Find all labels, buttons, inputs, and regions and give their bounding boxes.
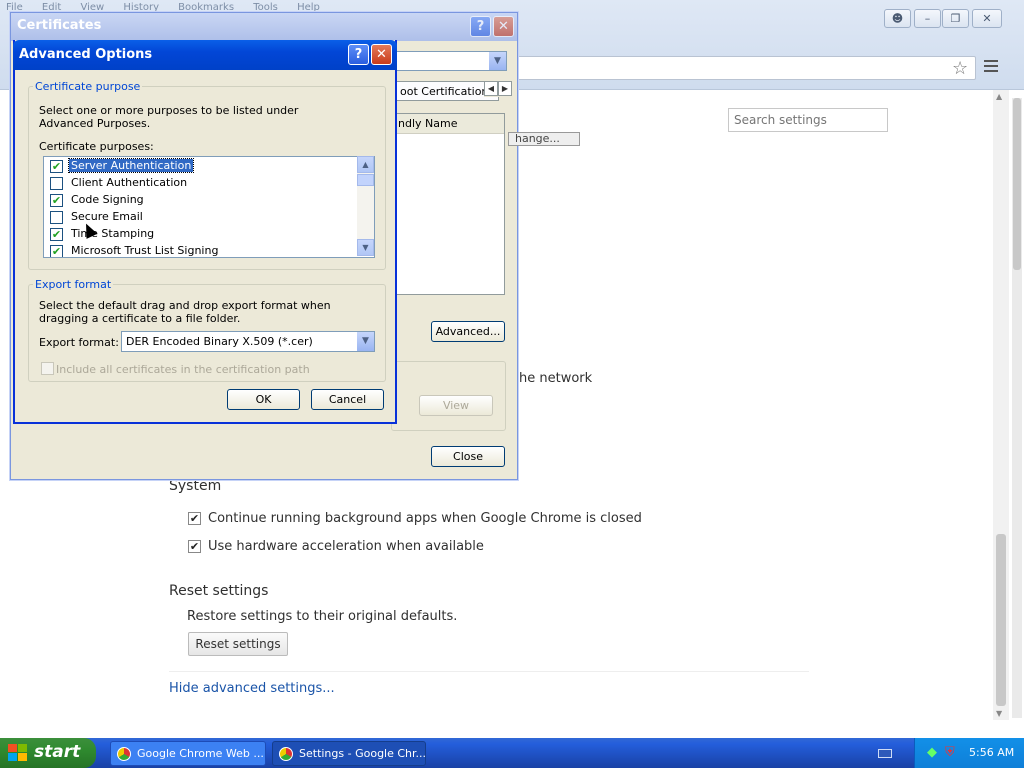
- view-button[interactable]: View: [419, 395, 493, 416]
- reset-heading: Reset settings: [169, 583, 269, 599]
- tab-left-icon[interactable]: ◀: [484, 81, 498, 96]
- hw-accel-label: Use hardware acceleration when available: [208, 539, 484, 554]
- purposes-list[interactable]: ✔ Server Authentication Client Authentic…: [43, 156, 375, 258]
- checkbox-server-auth[interactable]: ✔: [50, 160, 63, 173]
- task-label: Settings - Google Chr...: [299, 747, 426, 760]
- window-close-button[interactable]: ✕: [972, 9, 1002, 28]
- purpose-trust-list[interactable]: ✔ Microsoft Trust List Signing: [50, 243, 350, 257]
- friendly-name-header[interactable]: ndly Name: [396, 114, 504, 134]
- task-label: Google Chrome Web ...: [137, 747, 264, 760]
- profile-icon[interactable]: ☻: [884, 9, 911, 28]
- purpose-label: Code Signing: [71, 193, 144, 206]
- advanced-options-dialog: Advanced Options ? ✕ Certificate purpose…: [13, 40, 397, 424]
- purpose-description: Select one or more purposes to be listed…: [39, 104, 299, 130]
- certificates-title: Certificates: [11, 13, 517, 41]
- purpose-secure-email[interactable]: Secure Email: [50, 209, 350, 226]
- outer-scrollbar[interactable]: [1012, 98, 1022, 718]
- task-settings-chrome[interactable]: Settings - Google Chr...: [272, 741, 426, 766]
- export-format-label: Export format:: [39, 336, 119, 349]
- close-icon[interactable]: ✕: [493, 16, 514, 37]
- advanced-button[interactable]: Advanced...: [431, 321, 505, 342]
- checkbox-client-auth[interactable]: [50, 177, 63, 190]
- export-format-value: DER Encoded Binary X.509 (*.cer): [126, 335, 313, 348]
- bookmark-star-icon[interactable]: ☆: [952, 58, 968, 79]
- maximize-button[interactable]: ❐: [942, 9, 969, 28]
- search-settings-input[interactable]: [728, 108, 888, 132]
- start-label: start: [34, 742, 81, 762]
- close-button[interactable]: Close: [431, 446, 505, 467]
- checkbox-secure-email[interactable]: [50, 211, 63, 224]
- tab-right-icon[interactable]: ▶: [498, 81, 512, 96]
- help-icon[interactable]: ?: [348, 44, 369, 65]
- reset-settings-button[interactable]: Reset settings: [188, 632, 288, 656]
- network-icon[interactable]: ◆: [927, 745, 937, 760]
- purpose-group-label: Certificate purpose: [35, 80, 141, 93]
- chrome-icon: [279, 747, 293, 761]
- task-chrome-web[interactable]: Google Chrome Web ...: [110, 741, 266, 766]
- hide-advanced-link[interactable]: Hide advanced settings...: [169, 681, 335, 696]
- bg-apps-checkbox[interactable]: ✔: [188, 512, 201, 525]
- hw-accel-checkbox[interactable]: ✔: [188, 540, 201, 553]
- divider: [169, 671, 809, 672]
- chrome-menu-icon[interactable]: [984, 60, 998, 75]
- export-description: Select the default drag and drop export …: [39, 299, 331, 325]
- purpose-label: Microsoft Trust List Signing: [71, 244, 219, 257]
- close-icon[interactable]: ✕: [371, 44, 392, 65]
- change-button-fragment[interactable]: hange...: [508, 132, 580, 146]
- ok-button[interactable]: OK: [227, 389, 300, 410]
- taskbar: start Google Chrome Web ... Settings - G…: [0, 738, 1024, 768]
- scroll-up-icon[interactable]: ▲: [357, 156, 374, 173]
- checkbox-time-stamping[interactable]: ✔: [50, 228, 63, 241]
- page-scrollbar[interactable]: ▲ ▼: [993, 90, 1009, 720]
- purpose-code-signing[interactable]: ✔ Code Signing: [50, 192, 350, 209]
- minimize-button[interactable]: –: [914, 9, 941, 28]
- system-heading: System: [169, 478, 222, 494]
- export-group-label: Export format: [35, 278, 112, 291]
- system-tray: ◆ ⛨ 5:56 AM: [914, 738, 1024, 768]
- chevron-down-icon[interactable]: ▼: [357, 332, 374, 351]
- purposes-label: Certificate purposes:: [39, 140, 154, 153]
- intended-purpose-combo[interactable]: ▼: [391, 51, 507, 71]
- help-icon[interactable]: ?: [470, 16, 491, 37]
- include-all-label: Include all certificates in the certific…: [56, 363, 310, 376]
- scrollbar-thumb[interactable]: [996, 534, 1006, 706]
- scroll-down-icon[interactable]: ▼: [996, 709, 1002, 718]
- purpose-label: Client Authentication: [71, 176, 188, 189]
- network-text-fragment: he network: [519, 371, 593, 386]
- tab-scroll-arrows: ◀ ▶: [484, 81, 514, 97]
- purposes-scrollbar[interactable]: ▲ ▼: [357, 156, 374, 256]
- outer-scrollbar-thumb[interactable]: [1013, 98, 1021, 270]
- export-format-select[interactable]: DER Encoded Binary X.509 (*.cer) ▼: [121, 331, 375, 352]
- security-shield-icon[interactable]: ⛨: [945, 745, 955, 760]
- include-all-checkbox[interactable]: [41, 362, 54, 375]
- scroll-up-icon[interactable]: ▲: [996, 92, 1002, 101]
- purpose-label: Secure Email: [71, 210, 143, 223]
- checkbox-trust-list[interactable]: ✔: [50, 245, 63, 257]
- scroll-down-icon[interactable]: ▼: [357, 239, 374, 256]
- purpose-label: Server Authentication: [67, 158, 195, 173]
- scrollbar-thumb[interactable]: [357, 174, 374, 186]
- certificate-list[interactable]: ndly Name: [395, 113, 505, 295]
- keyboard-icon[interactable]: [878, 749, 892, 758]
- checkbox-code-signing[interactable]: ✔: [50, 194, 63, 207]
- reset-description: Restore settings to their original defau…: [187, 609, 458, 624]
- omnibox[interactable]: [516, 56, 976, 80]
- start-button[interactable]: start: [0, 738, 96, 768]
- cancel-button[interactable]: Cancel: [311, 389, 384, 410]
- purpose-server-auth[interactable]: ✔ Server Authentication: [50, 158, 350, 175]
- advanced-options-title: Advanced Options: [13, 40, 397, 70]
- windows-logo-icon: [8, 744, 28, 762]
- chrome-icon: [117, 747, 131, 761]
- bg-apps-label: Continue running background apps when Go…: [208, 511, 642, 526]
- chevron-down-icon[interactable]: ▼: [489, 52, 506, 70]
- purpose-client-auth[interactable]: Client Authentication: [50, 175, 350, 192]
- clock[interactable]: 5:56 AM: [969, 746, 1014, 759]
